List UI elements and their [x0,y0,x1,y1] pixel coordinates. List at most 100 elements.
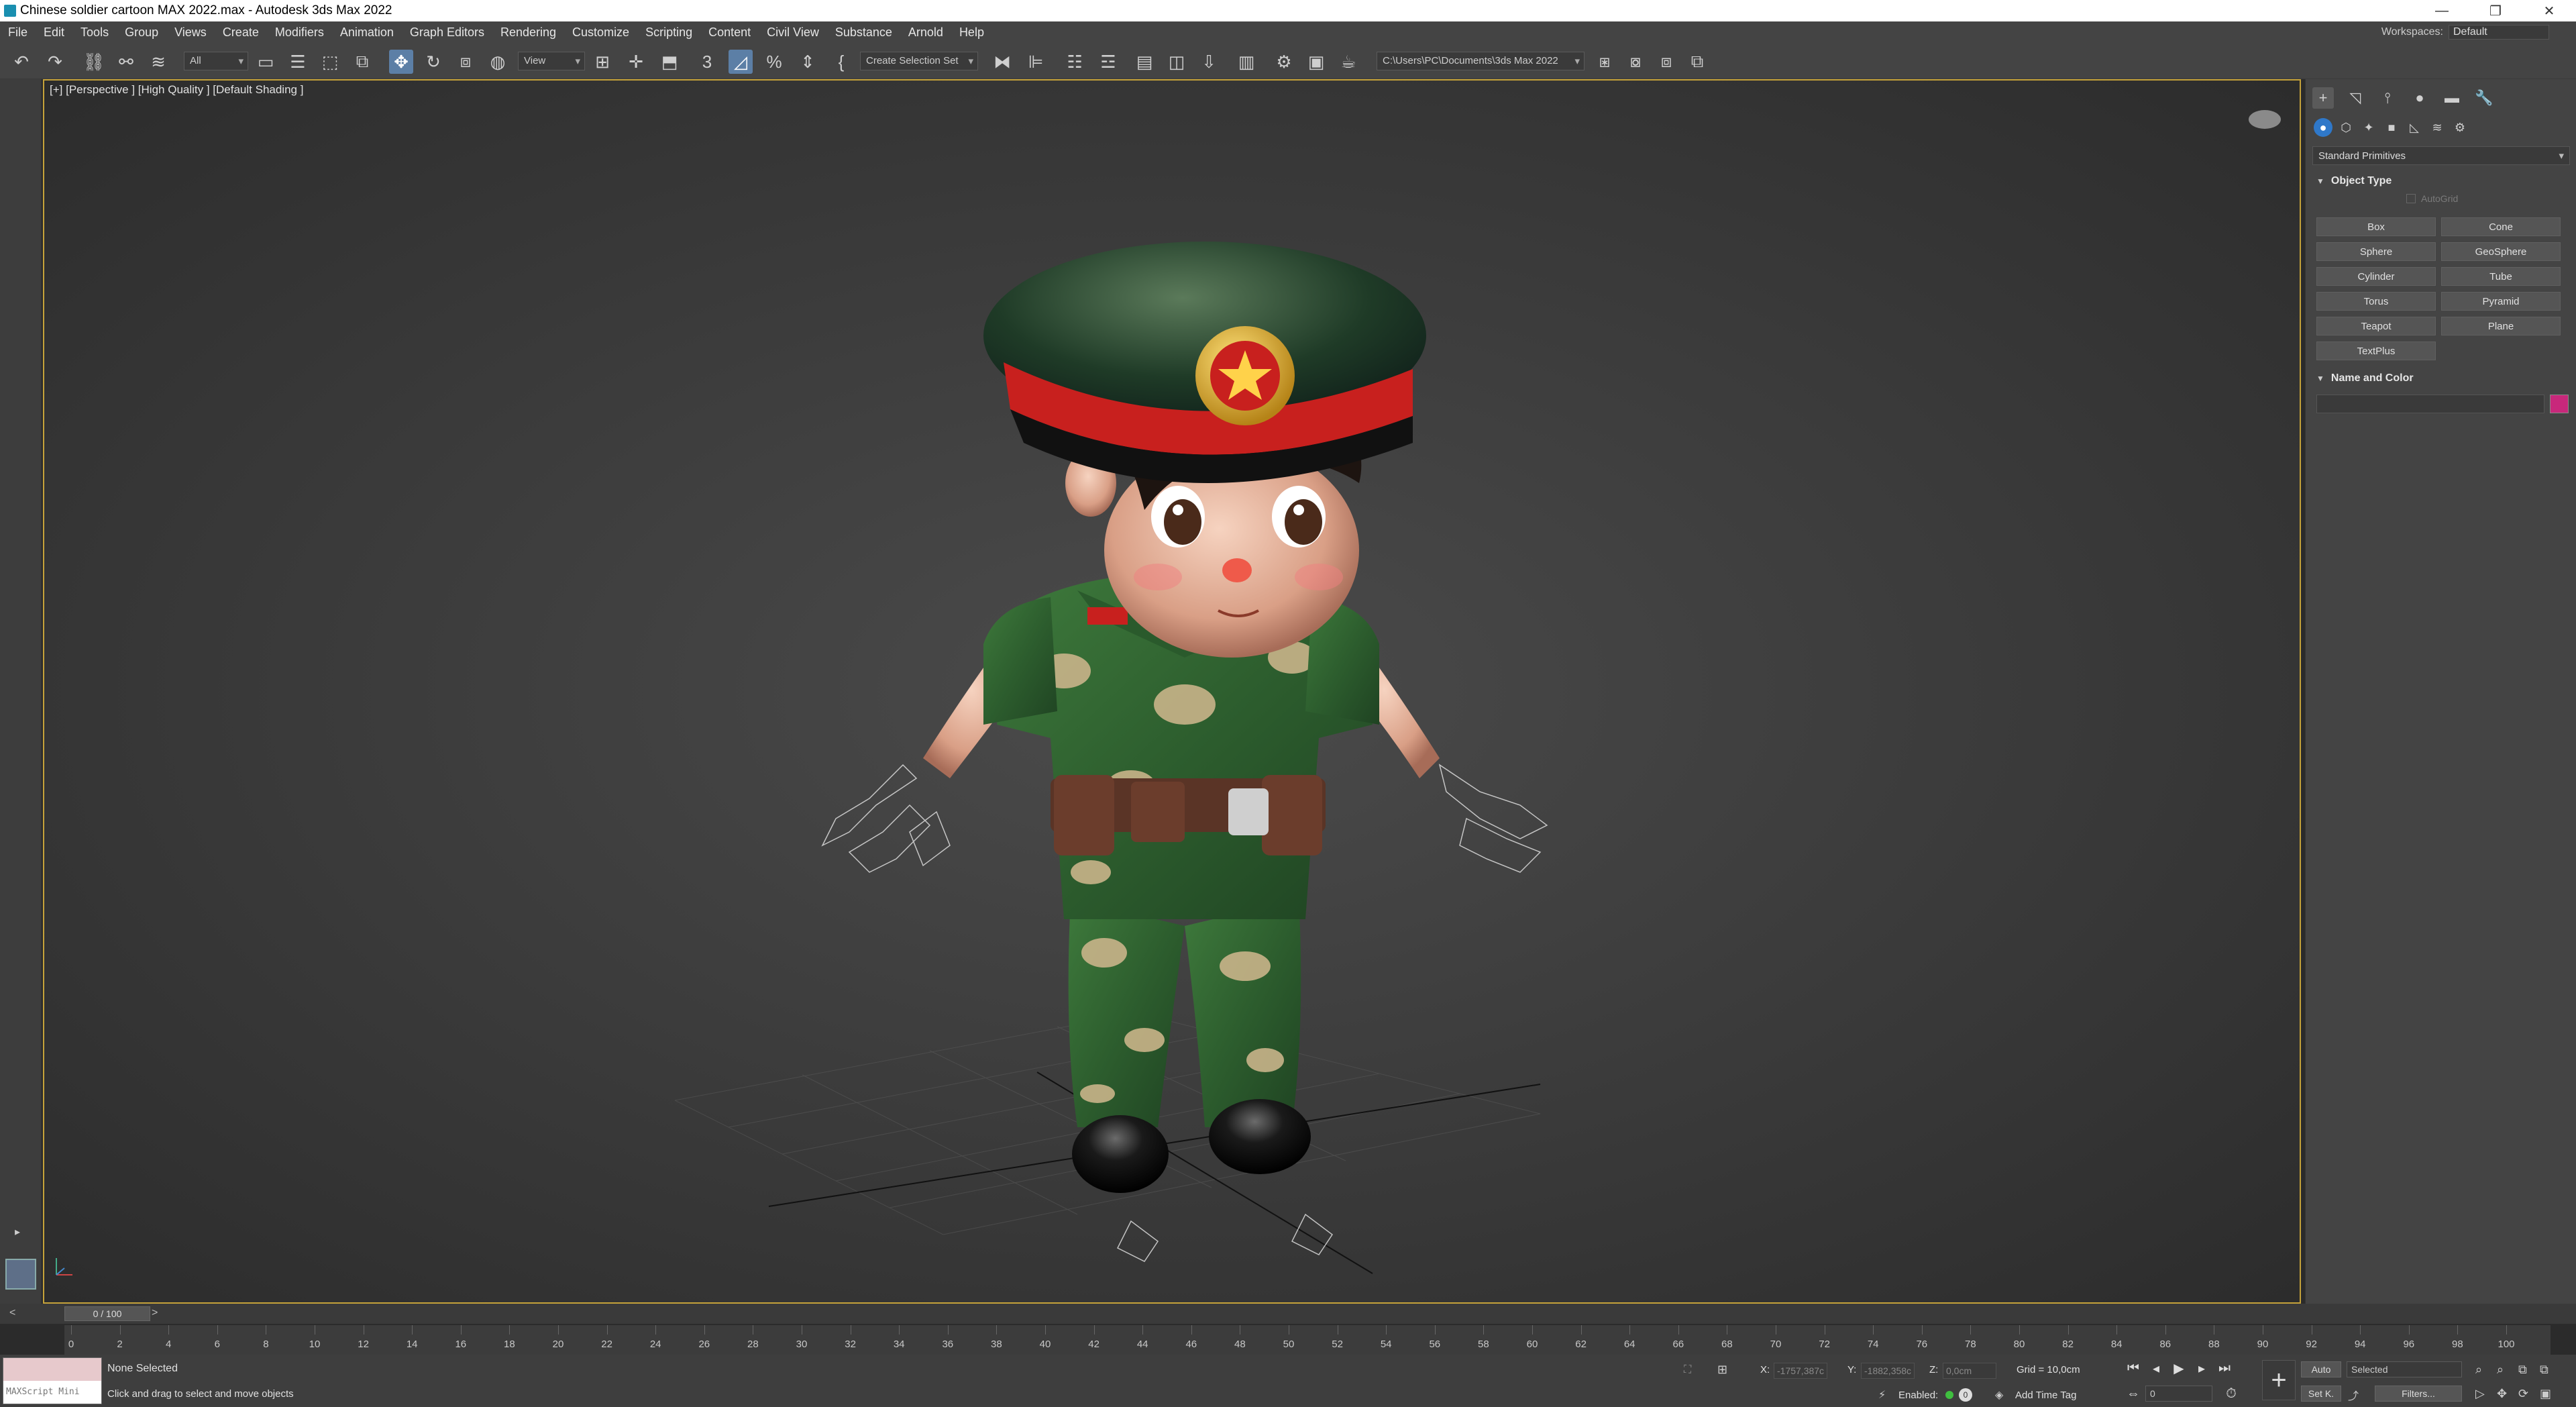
selection-filter-dropdown[interactable]: All [184,52,248,70]
menu-rendering[interactable]: Rendering [492,25,564,40]
project-settings-icon[interactable]: ⧉ [1685,50,1709,74]
maxscript-output[interactable] [3,1358,101,1381]
zoom-extents-icon[interactable]: ⧉ [2518,1363,2527,1377]
sphere-button[interactable]: Sphere [2316,242,2436,261]
menu-graph-editors[interactable]: Graph Editors [402,25,492,40]
spinner-snap-icon[interactable]: ⇕ [796,50,820,74]
project-folder-icon[interactable]: ⧆ [1593,50,1617,74]
spacewarps-icon[interactable]: ≋ [2428,118,2447,137]
object-type-rollout-header[interactable]: ▼ Object Type [2312,172,2570,191]
menu-arnold[interactable]: Arnold [900,25,951,40]
rendered-frame-icon[interactable]: ▣ [1304,50,1328,74]
undo-icon[interactable]: ↶ [9,50,34,74]
auto-key-button[interactable]: Auto [2301,1361,2341,1377]
time-slider[interactable]: 0 / 100 [64,1306,150,1321]
shapes-icon[interactable]: ⬡ [2337,118,2355,137]
select-manipulate-icon[interactable]: ✛ [624,50,648,74]
project-open-icon[interactable]: ⧇ [1623,50,1648,74]
menu-edit[interactable]: Edit [36,25,72,40]
menu-customize[interactable]: Customize [564,25,637,40]
display-tab-icon[interactable]: ▬ [2441,87,2463,109]
perspective-viewport[interactable]: [+] [Perspective ] [High Quality ] [Defa… [43,79,2301,1304]
zoom-extents-all-icon[interactable]: ⧉ [2540,1363,2548,1377]
z-coordinate[interactable]: 0,0cm [1943,1363,1996,1379]
select-scale-icon[interactable]: ⧈ [453,50,478,74]
modify-tab-icon[interactable]: ◹ [2345,87,2366,109]
align-icon[interactable]: ⊫ [1024,50,1048,74]
menu-group[interactable]: Group [117,25,166,40]
menu-animation[interactable]: Animation [332,25,402,40]
render-setup-icon[interactable]: ⚙ [1272,50,1296,74]
menu-help[interactable]: Help [951,25,992,40]
teapot-button[interactable]: Teapot [2316,317,2436,335]
field-of-view-icon[interactable]: ▷ [2475,1387,2485,1401]
track-bar[interactable]: 0 2 4 6 8 10 12 14 16 18 20 22 24 26 28 30 32 34 36 38 40 42 4… [64,1325,2551,1355]
utilities-tab-icon[interactable]: 🔧 [2473,87,2495,109]
expand-arrow-icon[interactable]: ▸ [9,1225,25,1241]
workspaces-dropdown[interactable]: Default [2449,25,2549,40]
tube-button[interactable]: Tube [2441,267,2561,286]
key-filter-dropdown[interactable]: Selected [2347,1361,2462,1377]
enabled-indicator-icon[interactable] [1945,1391,1953,1399]
cone-button[interactable]: Cone [2441,217,2561,236]
object-name-field[interactable] [2316,395,2544,413]
menu-substance[interactable]: Substance [827,25,900,40]
pyramid-button[interactable]: Pyramid [2441,292,2561,311]
angle-snap-icon[interactable]: ◿ [729,50,753,74]
edit-named-sets-icon[interactable]: { [829,50,853,74]
restore-button[interactable]: ❐ [2469,0,2522,21]
snaps-toggle-icon[interactable]: 3 [695,50,719,74]
time-config-icon[interactable]: ⏱ [2222,1384,2241,1403]
tag-icon[interactable]: ◈ [1995,1388,2003,1402]
hierarchy-tab-icon[interactable]: ⫯ [2377,87,2398,109]
menu-civil-view[interactable]: Civil View [759,25,827,40]
mirror-icon[interactable]: ⧓ [990,50,1014,74]
menu-tools[interactable]: Tools [72,25,117,40]
menu-file[interactable]: File [0,25,36,40]
box-button[interactable]: Box [2316,217,2436,236]
schematic-view-icon[interactable]: ⇩ [1197,50,1221,74]
link-icon[interactable]: ⛓ [82,50,106,74]
unlink-icon[interactable]: ⚯ [114,50,138,74]
goto-end-icon[interactable]: ⏭ [2215,1359,2234,1377]
prev-frame-icon[interactable]: < [9,1307,15,1319]
helpers-icon[interactable]: ◺ [2405,118,2424,137]
default-tangent-icon[interactable]: ⤴ [2348,1387,2359,1403]
x-coordinate[interactable]: -1757,387c [1774,1363,1827,1379]
window-crossing-icon[interactable]: ⧉ [350,50,374,74]
material-editor-icon[interactable]: ▥ [1234,50,1258,74]
maxscript-input[interactable]: MAXScript Mini [3,1381,101,1404]
menu-views[interactable]: Views [166,25,215,40]
maximize-viewport-icon[interactable]: ▣ [2540,1387,2551,1401]
goto-start-icon[interactable]: ⏮ [2124,1359,2143,1377]
reference-coordinate-dropdown[interactable]: View [518,52,585,70]
y-coordinate[interactable]: -1882,358c [1861,1363,1915,1379]
menu-create[interactable]: Create [215,25,267,40]
zoom-icon[interactable]: ⌕ [2475,1363,2482,1377]
select-rotate-icon[interactable]: ↻ [421,50,445,74]
set-key-icon[interactable]: + [2262,1360,2296,1400]
layer-explorer-icon[interactable]: ☲ [1096,50,1120,74]
select-by-name-icon[interactable]: ☰ [286,50,310,74]
rect-selection-icon[interactable]: ⬚ [318,50,342,74]
geosphere-button[interactable]: GeoSphere [2441,242,2561,261]
selection-set-dropdown[interactable]: Create Selection Set [860,52,978,70]
motion-tab-icon[interactable]: ● [2409,87,2430,109]
select-move-icon[interactable]: ✥ [389,50,413,74]
curve-editor-icon[interactable]: ◫ [1165,50,1189,74]
textplus-button[interactable]: TextPlus [2316,342,2436,360]
time-tag-icon[interactable]: 0 [1959,1388,1972,1402]
render-production-icon[interactable]: ☕ [1336,50,1360,74]
name-color-rollout-header[interactable]: ▼ Name and Color [2312,369,2570,388]
bind-spacewarp-icon[interactable]: ≋ [146,50,170,74]
minimize-button[interactable]: — [2415,0,2469,21]
menu-modifiers[interactable]: Modifiers [267,25,332,40]
plane-button[interactable]: Plane [2441,317,2561,335]
key-mode-icon[interactable]: ⇔ [2124,1384,2143,1403]
orbit-icon[interactable]: ⟳ [2518,1387,2528,1401]
ribbon-icon[interactable]: ▤ [1132,50,1157,74]
next-frame-icon[interactable]: > [152,1307,158,1319]
percent-snap-icon[interactable]: % [762,50,786,74]
systems-icon[interactable]: ⚙ [2451,118,2469,137]
set-key-button[interactable]: Set K. [2301,1386,2341,1402]
